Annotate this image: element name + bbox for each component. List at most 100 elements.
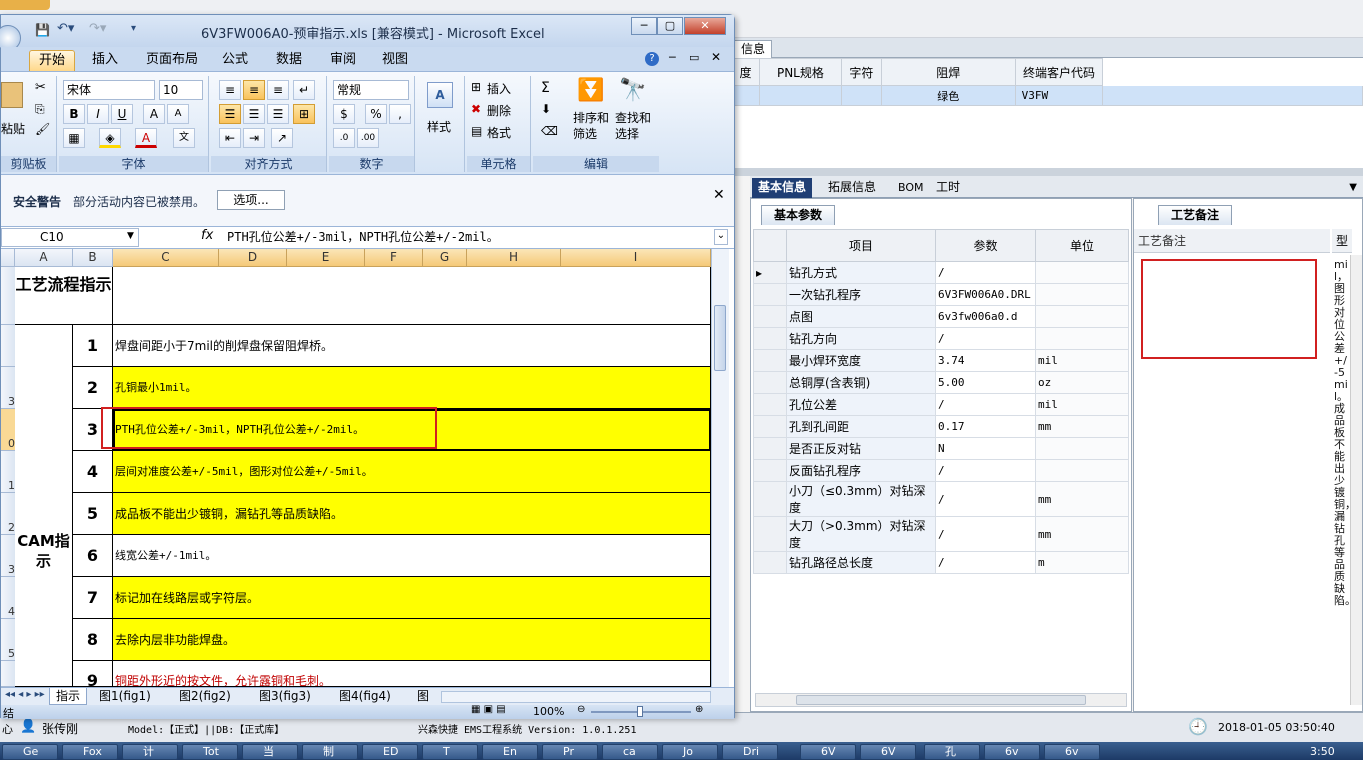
instruction-cell[interactable]: 成品板不能出少镀铜，漏钻孔等品质缺陷。 [113, 493, 711, 535]
chevron-down-icon[interactable]: ▼ [1349, 182, 1357, 193]
grid-col-header[interactable]: 字符 [840, 58, 882, 86]
align-left-icon[interactable]: ☰ [219, 104, 241, 124]
customize-toolbar-icon[interactable]: ▾ [131, 23, 136, 34]
upper-tab-info[interactable]: 信息 [734, 40, 773, 58]
table-row[interactable]: 孔位公差 / mil [753, 393, 1129, 416]
tab-view[interactable]: 视图 [373, 50, 417, 71]
table-row[interactable]: ▸ 钻孔方式 / [753, 261, 1129, 284]
wrap-text-icon[interactable]: ↵ [293, 80, 315, 100]
col-header[interactable]: B [73, 249, 113, 267]
taskbar-item[interactable]: 6V [800, 744, 856, 760]
instruction-cell[interactable]: 铜距外形近的按文件，允许露铜和毛刺。 [113, 661, 711, 687]
row-number[interactable]: 2 [73, 367, 113, 409]
grid-col-header[interactable]: 终端客户代码 [1014, 58, 1104, 86]
grid-cell-customer[interactable]: V3FW [1014, 85, 1104, 106]
ribbon-close-icon[interactable]: ✕ [711, 50, 721, 64]
row-number[interactable]: 7 [73, 577, 113, 619]
row-number[interactable]: 4 [73, 451, 113, 493]
sort-filter-icon[interactable]: ⏬ [577, 78, 604, 103]
undo-icon[interactable]: ↶▾ [57, 21, 74, 36]
decrease-decimal-icon[interactable]: .00 [357, 128, 379, 148]
bold-button[interactable]: B [63, 104, 85, 124]
options-button[interactable]: 选项... [217, 190, 285, 210]
sheet-tab[interactable]: 图1(fig1) [95, 688, 155, 705]
align-middle-icon[interactable]: ≡ [243, 80, 265, 100]
tab-formulas[interactable]: 公式 [213, 50, 257, 71]
taskbar-item[interactable]: Pr [542, 744, 598, 760]
zoom-slider-thumb[interactable] [637, 706, 643, 717]
instruction-cell[interactable]: 去除内层非功能焊盘。 [113, 619, 711, 661]
instruction-cell[interactable]: 线宽公差+/-1mil。 [113, 535, 711, 577]
row-header[interactable] [1, 267, 15, 325]
tab-labor-hours[interactable]: 工时 [930, 178, 966, 198]
view-normal-icon[interactable]: ▦ ▣ ▤ [471, 704, 506, 715]
orange-button[interactable] [0, 0, 50, 10]
comma-icon[interactable]: , [389, 104, 411, 124]
tray-clock[interactable]: 3:50 [1310, 745, 1335, 758]
col-header-unit[interactable]: 单位 [1035, 229, 1129, 262]
row-header[interactable]: 1 [1, 451, 15, 493]
orientation-icon[interactable]: ↗ [271, 128, 293, 148]
clear-icon[interactable]: ⌫ [541, 124, 558, 138]
paste-label[interactable]: 粘贴 [1, 120, 25, 137]
sheet-tab[interactable]: 图2(fig2) [175, 688, 235, 705]
tab-basic-info[interactable]: 基本信息 [752, 178, 813, 198]
format-icon[interactable]: ▤ [471, 124, 482, 138]
expand-formula-icon[interactable]: ⌄ [714, 229, 728, 245]
table-row[interactable]: 点图 6v3fw006a0.d [753, 305, 1129, 328]
col-header[interactable]: A [15, 249, 73, 267]
grid-col-header[interactable]: 阻焊 [880, 58, 1016, 86]
delete-icon[interactable]: ✖ [471, 102, 481, 116]
sheet-tab-active[interactable]: 指示 [49, 688, 88, 705]
grow-font-icon[interactable]: A [143, 104, 165, 124]
tab-page-layout[interactable]: 页面布局 [137, 50, 207, 71]
row-header[interactable]: 3 [1, 535, 15, 577]
taskbar-item[interactable]: 6v [1044, 744, 1100, 760]
table-row[interactable]: 孔到孔间距 0.17 mm [753, 415, 1129, 438]
grid-col-header[interactable]: 度 [731, 58, 760, 86]
taskbar-item[interactable]: 6V [860, 744, 916, 760]
autosum-icon[interactable]: Σ [541, 80, 550, 96]
table-row[interactable]: 反面钻孔程序 / [753, 459, 1129, 482]
table-row[interactable]: 钻孔方向 / [753, 327, 1129, 350]
fill-color-icon[interactable]: ◈ [99, 128, 121, 148]
row-header[interactable] [1, 325, 15, 367]
taskbar-item[interactable]: Dri [722, 744, 778, 760]
zoom-out-icon[interactable]: ⊖ [577, 704, 585, 715]
increase-indent-icon[interactable]: ⇥ [243, 128, 265, 148]
tab-extended-info[interactable]: 拓展信息 [822, 178, 882, 198]
row-number[interactable]: 1 [73, 325, 113, 367]
sheet-tab[interactable]: 图4(fig4) [335, 688, 395, 705]
align-bottom-icon[interactable]: ≡ [267, 80, 289, 100]
sheet-nav-icon[interactable]: ◂◂ ◂ ▸ ▸▸ [5, 689, 45, 700]
shrink-font-icon[interactable]: A [167, 104, 189, 124]
zoom-in-icon[interactable]: ⊕ [695, 704, 703, 715]
col-header-item[interactable]: 项目 [786, 229, 936, 262]
taskbar-item[interactable]: En [482, 744, 538, 760]
row-header[interactable]: 3 [1, 367, 15, 409]
decrease-indent-icon[interactable]: ⇤ [219, 128, 241, 148]
instruction-cell[interactable]: 层间对准度公差+/-5mil，图形对位公差+/-5mil。 [113, 451, 711, 493]
row-header[interactable]: 2 [1, 493, 15, 535]
instruction-cell[interactable]: 焊盘间距小于7mil的削焊盘保留阻焊桥。 [113, 325, 711, 367]
tab-home[interactable]: 开始 [29, 50, 76, 71]
cut-icon[interactable]: ✂ [35, 80, 46, 95]
fx-icon[interactable]: fx [201, 228, 213, 243]
worksheet[interactable]: A B C D E F G H I 3 0 1 2 3 4 5 工艺流程指示 C… [1, 249, 734, 687]
row-header[interactable]: 0 [1, 409, 15, 451]
underline-button[interactable]: U [111, 104, 133, 124]
insert-cells-button[interactable]: 插入 [487, 80, 511, 97]
font-name-select[interactable]: 宋体 [63, 80, 155, 100]
taskbar-item[interactable]: Fox [62, 744, 118, 760]
currency-icon[interactable]: $ [333, 104, 355, 124]
fill-icon[interactable]: ⬇ [541, 102, 551, 116]
close-warning-icon[interactable]: ✕ [713, 187, 725, 203]
instruction-cell[interactable]: 标记加在线路层或字符层。 [113, 577, 711, 619]
taskbar-item[interactable]: 6v [984, 744, 1040, 760]
row-number[interactable]: 6 [73, 535, 113, 577]
table-row[interactable]: 小刀（≤0.3mm）对钻深度 / mm [753, 481, 1129, 517]
find-select-button[interactable]: 查找和选择 [615, 110, 655, 142]
header-cell[interactable]: 工艺流程指示 [15, 267, 113, 325]
splitter[interactable] [730, 168, 1363, 176]
row-number[interactable]: 9 [73, 661, 113, 687]
